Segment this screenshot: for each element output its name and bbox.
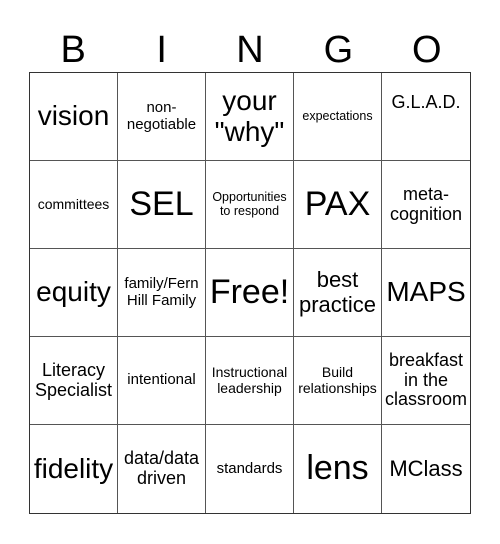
- bingo-cell[interactable]: Opportunities to respond: [206, 161, 294, 249]
- bingo-cell[interactable]: data/data driven: [118, 425, 206, 513]
- bingo-cell[interactable]: vision: [30, 73, 118, 161]
- bingo-cell[interactable]: meta-cognition: [382, 161, 470, 249]
- cell-text: breakfast in the classroom: [384, 349, 468, 410]
- cell-text: Free!: [209, 272, 290, 311]
- bingo-cell[interactable]: MAPS: [382, 249, 470, 337]
- cell-text: MAPS: [386, 276, 466, 308]
- bingo-cell[interactable]: non-negotiable: [118, 73, 206, 161]
- cell-text: Opportunities to respond: [212, 189, 287, 218]
- bingo-header: B I N G O: [29, 28, 471, 72]
- header-letter-i: I: [156, 29, 167, 71]
- bingo-cell[interactable]: intentional: [118, 337, 206, 425]
- cell-text: standards: [216, 459, 283, 477]
- bingo-cell[interactable]: breakfast in the classroom: [382, 337, 470, 425]
- bingo-cell[interactable]: MClass: [382, 425, 470, 513]
- bingo-cell[interactable]: best practice: [294, 249, 382, 337]
- cell-text: equity: [36, 276, 111, 308]
- cell-text: SEL: [129, 184, 194, 223]
- cell-text: non-negotiable: [126, 99, 197, 133]
- bingo-cell[interactable]: standards: [206, 425, 294, 513]
- bingo-cell[interactable]: fidelity: [30, 425, 118, 513]
- cell-text: data/data driven: [123, 448, 200, 488]
- header-letter-o: O: [412, 29, 442, 71]
- cell-text: Literacy Specialist: [34, 359, 113, 400]
- cell-text: intentional: [127, 371, 196, 389]
- bingo-cell[interactable]: Instructional leadership: [206, 337, 294, 425]
- bingo-cell[interactable]: Literacy Specialist: [30, 337, 118, 425]
- cell-text: best practice: [298, 267, 377, 317]
- bingo-cell[interactable]: equity: [30, 249, 118, 337]
- cell-text: family/Fern Hill Family: [124, 275, 199, 309]
- bingo-cell[interactable]: SEL: [118, 161, 206, 249]
- bingo-cell[interactable]: G.L.A.D.: [382, 73, 470, 161]
- bingo-cell[interactable]: Build relationships: [294, 337, 382, 425]
- bingo-cell[interactable]: committees: [30, 161, 118, 249]
- cell-text: Instructional leadership: [211, 364, 288, 396]
- header-letter-n: N: [236, 29, 264, 71]
- bingo-cell[interactable]: lens: [294, 425, 382, 513]
- cell-text: fidelity: [33, 452, 114, 484]
- cell-text: Build relationships: [298, 364, 377, 396]
- bingo-board: vision non-negotiable your "why" expecta…: [29, 72, 471, 514]
- cell-text: meta-cognition: [389, 183, 463, 224]
- cell-text: PAX: [304, 184, 371, 223]
- cell-text: lens: [306, 449, 369, 488]
- bingo-cell[interactable]: your "why": [206, 73, 294, 161]
- header-letter-b: B: [60, 29, 86, 71]
- bingo-cell[interactable]: expectations: [294, 73, 382, 161]
- cell-text: committees: [37, 195, 110, 212]
- header-letter-g: G: [323, 29, 354, 71]
- cell-text: vision: [37, 100, 110, 132]
- cell-text: expectations: [302, 108, 373, 123]
- cell-text: G.L.A.D.: [391, 92, 461, 112]
- bingo-cell[interactable]: family/Fern Hill Family: [118, 249, 206, 337]
- cell-text: your "why": [214, 84, 285, 147]
- bingo-cell[interactable]: PAX: [294, 161, 382, 249]
- cell-text: MClass: [389, 455, 463, 481]
- free-space[interactable]: Free!: [206, 249, 294, 337]
